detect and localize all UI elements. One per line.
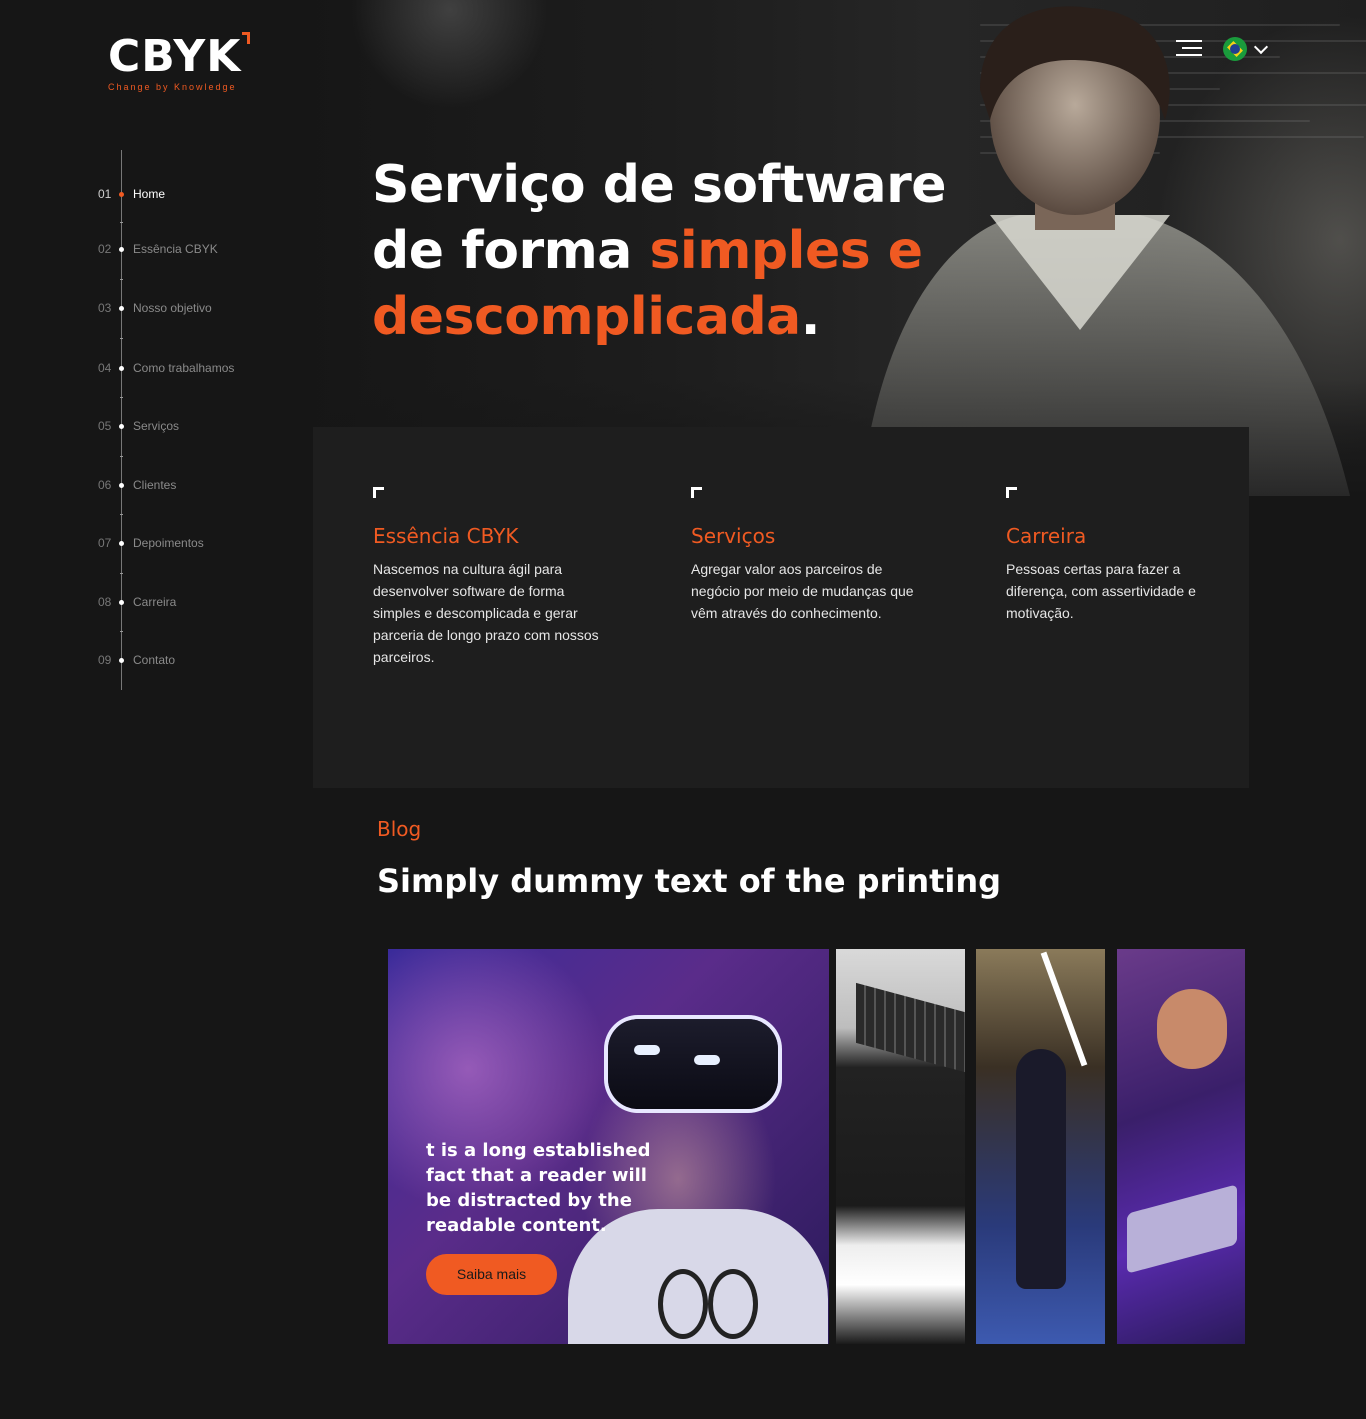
sidenav-item[interactable]: 07 Depoimentos	[98, 536, 204, 550]
sidenav-dot-icon	[119, 246, 124, 252]
hero-title-accent-1: simples e	[649, 221, 923, 281]
card-title: Essência CBYK	[373, 524, 519, 548]
sidenav-item-label: Depoimentos	[133, 536, 204, 550]
card-servicos: Serviços Agregar valor aos parceiros de …	[691, 487, 916, 624]
hero-title-period: .	[800, 287, 821, 347]
sidenav-item-label: Clientes	[133, 478, 177, 492]
sidenav-item-number: 07	[98, 536, 112, 550]
corner-bracket-icon	[691, 487, 702, 498]
sidenav-tick	[120, 279, 123, 280]
sidenav-tick	[120, 397, 123, 398]
sidenav-dot-icon	[119, 482, 124, 488]
sidenav-item-label: Como trabalhamos	[133, 361, 235, 375]
hero-title-accent-2: descomplicada	[372, 287, 801, 347]
sidenav-dot-icon	[119, 305, 124, 311]
sidenav-dot-icon	[119, 657, 124, 663]
card-text: Pessoas certas para fazer a diferença, c…	[1006, 561, 1196, 621]
brand-logo[interactable]: CBYK Change by Knowledge	[108, 31, 250, 92]
sidenav-tick	[120, 456, 123, 457]
sidenav-dot-icon	[119, 599, 124, 605]
sidenav-dot-icon	[119, 540, 124, 546]
sidenav-item-label: Contato	[133, 653, 176, 667]
card-title: Serviços	[691, 524, 776, 548]
sidenav-item[interactable]: 02 Essência CBYK	[98, 242, 218, 256]
sidenav-item-number: 09	[98, 653, 112, 667]
sidenav-tick	[120, 338, 123, 339]
hero-title: Serviço de software de forma simples e d…	[372, 152, 992, 350]
sidenav-item-label: Essência CBYK	[133, 242, 218, 256]
card-text: Agregar valor aos parceiros de negócio p…	[691, 561, 914, 621]
sidenav-item-label: Nosso objetivo	[133, 301, 212, 315]
sidenav-item[interactable]: 06 Clientes	[98, 478, 176, 492]
sidenav-item-number: 04	[98, 361, 112, 375]
hero-title-line1: Serviço de software	[372, 155, 947, 215]
blog-section-label: Blog	[377, 817, 422, 841]
blog-thumbnail-developer[interactable]	[1117, 949, 1245, 1344]
logo-corner-mark	[242, 32, 250, 44]
sidenav-item[interactable]: 04 Como trabalhamos	[98, 361, 234, 375]
sidenav-item-label: Carreira	[133, 595, 177, 609]
sidenav-dot-icon	[119, 423, 124, 429]
card-carreira: Carreira Pessoas certas para fazer a dif…	[1006, 487, 1211, 624]
features-panel: Essência CBYK Nascemos na cultura ágil p…	[313, 427, 1249, 788]
sidenav-dot-icon	[119, 365, 124, 371]
blog-featured-text: t is a long established fact that a read…	[426, 1140, 651, 1236]
corner-bracket-icon	[1006, 487, 1017, 498]
sidenav-item-number: 05	[98, 419, 112, 433]
sidenav-dot-icon	[119, 191, 124, 197]
sidenav-item[interactable]: 09 Contato	[98, 653, 175, 667]
card-essencia: Essência CBYK Nascemos na cultura ágil p…	[373, 487, 613, 668]
sidenav-item-number: 08	[98, 595, 112, 609]
vr-headset-image	[608, 1019, 778, 1109]
sidenav-item[interactable]: 03 Nosso objetivo	[98, 301, 212, 315]
brazil-flag-icon[interactable]	[1223, 37, 1247, 61]
sidenav-item-number: 03	[98, 301, 112, 315]
sidenav-item-label: Home	[133, 187, 166, 201]
hamburger-icon[interactable]	[1176, 40, 1202, 58]
saiba-mais-button[interactable]: Saiba mais	[426, 1254, 557, 1295]
blog-thumbnail-laptop[interactable]	[836, 949, 965, 1344]
sidenav-item[interactable]: 05 Serviços	[98, 419, 179, 433]
sidenav-item[interactable]: 01 Home	[98, 187, 165, 201]
sidenav-item[interactable]: 08 Carreira	[98, 595, 176, 609]
sidenav-item-number: 01	[98, 187, 112, 201]
sidenav-tick	[120, 573, 123, 574]
card-text: Nascemos na cultura ágil para desenvolve…	[373, 561, 599, 665]
blog-section-title: Simply dummy text of the printing	[377, 862, 1002, 900]
sidenav-item-label: Serviços	[133, 419, 180, 433]
logo-tagline: Change by Knowledge	[108, 82, 237, 92]
card-title: Carreira	[1006, 524, 1087, 548]
corner-bracket-icon	[373, 487, 384, 498]
sidenav-item-number: 06	[98, 478, 112, 492]
sidenav-item-number: 02	[98, 242, 112, 256]
logo-text: CBYK	[108, 31, 242, 82]
sidenav-tick	[120, 631, 123, 632]
hero-title-line2: de forma	[372, 221, 650, 281]
blog-featured-card[interactable]: t is a long established fact that a read…	[388, 949, 829, 1344]
sidenav-tick	[120, 514, 123, 515]
blog-thumbnail-woman-tablet[interactable]	[976, 949, 1105, 1344]
sidenav-tick	[120, 222, 123, 223]
